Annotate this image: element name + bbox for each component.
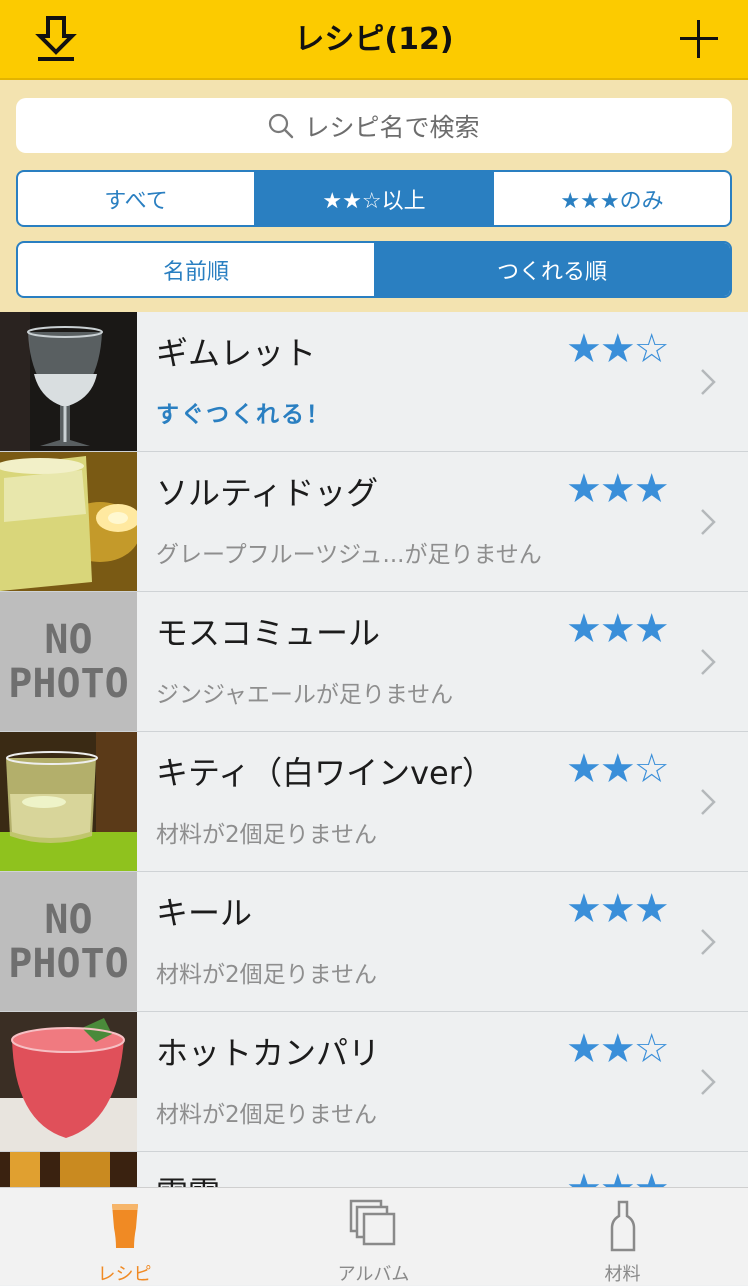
rating-stars: ★★★ (566, 466, 670, 512)
nav-bar: レシピ(12) (0, 0, 748, 80)
recipe-photo (0, 732, 137, 871)
plus-icon[interactable] (676, 16, 722, 62)
no-photo-placeholder: NO PHOTO (0, 592, 137, 731)
recipe-name: 雷電 (156, 1168, 220, 1187)
recipe-row[interactable]: ソルティドッグ ★★★ グレープフルーツジュ...が足りません (0, 452, 748, 592)
recipe-status: ジンジャエールが足りません (156, 682, 454, 708)
rating-stars: ★★★ (566, 1166, 670, 1187)
recipe-row[interactable]: キティ（白ワインver） ★★☆ 材料が2個足りません (0, 732, 748, 872)
chevron-right-icon (701, 369, 716, 395)
beer-glass-icon (111, 1204, 138, 1248)
rating-stars: ★★☆ (566, 746, 670, 792)
tab-label: アルバム (337, 1264, 410, 1285)
recipe-status: 材料が2個足りません (156, 1102, 377, 1128)
recipe-name: ホットカンパリ (156, 1034, 381, 1072)
no-photo-line1: NO (44, 896, 93, 943)
recipe-name: ギムレット (156, 334, 317, 372)
recipe-name: キティ（白ワインver） (156, 754, 494, 792)
recipe-row[interactable]: 雷電 ★★★ (0, 1152, 748, 1187)
recipe-row[interactable]: ホットカンパリ ★★☆ 材料が2個足りません (0, 1012, 748, 1152)
recipe-list: ギムレット ★★☆ すぐつくれる！ ソルティドッグ ★★★ グレープフルーツジュ… (0, 312, 748, 1187)
sort-segmented-control: 名前順 つくれる順 (16, 241, 732, 298)
rating-filter-all[interactable]: すべて (18, 172, 254, 225)
chevron-right-icon (701, 1069, 716, 1095)
search-input[interactable]: レシピ名で検索 (16, 98, 732, 153)
album-icon (349, 1199, 395, 1246)
bottle-icon (610, 1200, 635, 1252)
rating-stars: ★★★ (566, 886, 670, 932)
recipe-row[interactable]: NO PHOTO キール ★★★ 材料が2個足りません (0, 872, 748, 1012)
recipe-row[interactable]: NO PHOTO モスコミュール ★★★ ジンジャエールが足りません (0, 592, 748, 732)
sort-by-makeable[interactable]: つくれる順 (374, 243, 730, 296)
recipe-photo (0, 1152, 137, 1187)
recipe-photo (0, 312, 137, 451)
chevron-right-icon (701, 789, 716, 815)
rating-filter-two-stars-plus[interactable]: ★★☆以上 (254, 172, 492, 225)
recipe-status: 材料が2個足りません (156, 962, 377, 988)
no-photo-line2: PHOTO (8, 940, 129, 987)
rating-stars: ★★★ (566, 606, 670, 652)
no-photo-line1: NO (44, 616, 93, 663)
recipe-status: グレープフルーツジュ...が足りません (156, 542, 542, 568)
chevron-right-icon (701, 929, 716, 955)
tab-album[interactable]: アルバム (249, 1188, 498, 1286)
recipe-row[interactable]: ギムレット ★★☆ すぐつくれる！ (0, 312, 748, 452)
rating-filter-segmented-control: すべて ★★☆以上 ★★★のみ (16, 170, 732, 227)
rating-stars: ★★☆ (566, 1026, 670, 1072)
filter-panel: レシピ名で検索 すべて ★★☆以上 ★★★のみ 名前順 つくれる順 (0, 80, 748, 312)
rating-stars: ★★☆ (566, 326, 670, 372)
search-icon (269, 113, 294, 138)
recipe-photo (0, 452, 137, 591)
no-photo-placeholder: NO PHOTO (0, 872, 137, 1011)
no-photo-line2: PHOTO (8, 660, 129, 707)
rating-filter-three-stars-only[interactable]: ★★★のみ (492, 172, 730, 225)
tab-bar: レシピ アルバム 材料 (0, 1187, 748, 1285)
search-placeholder: レシピ名で検索 (304, 112, 480, 142)
sort-by-name[interactable]: 名前順 (18, 243, 374, 296)
recipe-status: すぐつくれる！ (156, 402, 331, 428)
tab-label: レシピ (97, 1264, 152, 1285)
recipe-photo (0, 1012, 137, 1151)
recipe-name: ソルティドッグ (156, 474, 379, 512)
chevron-right-icon (701, 649, 716, 675)
tab-label: 材料 (604, 1264, 641, 1285)
chevron-right-icon (701, 509, 716, 535)
page-title: レシピ(12) (294, 22, 454, 57)
tab-recipes[interactable]: レシピ (0, 1188, 249, 1286)
tab-ingredients[interactable]: 材料 (498, 1188, 747, 1286)
recipe-name: モスコミュール (156, 614, 381, 652)
recipe-status: 材料が2個足りません (156, 822, 377, 848)
recipe-name: キール (156, 894, 253, 932)
